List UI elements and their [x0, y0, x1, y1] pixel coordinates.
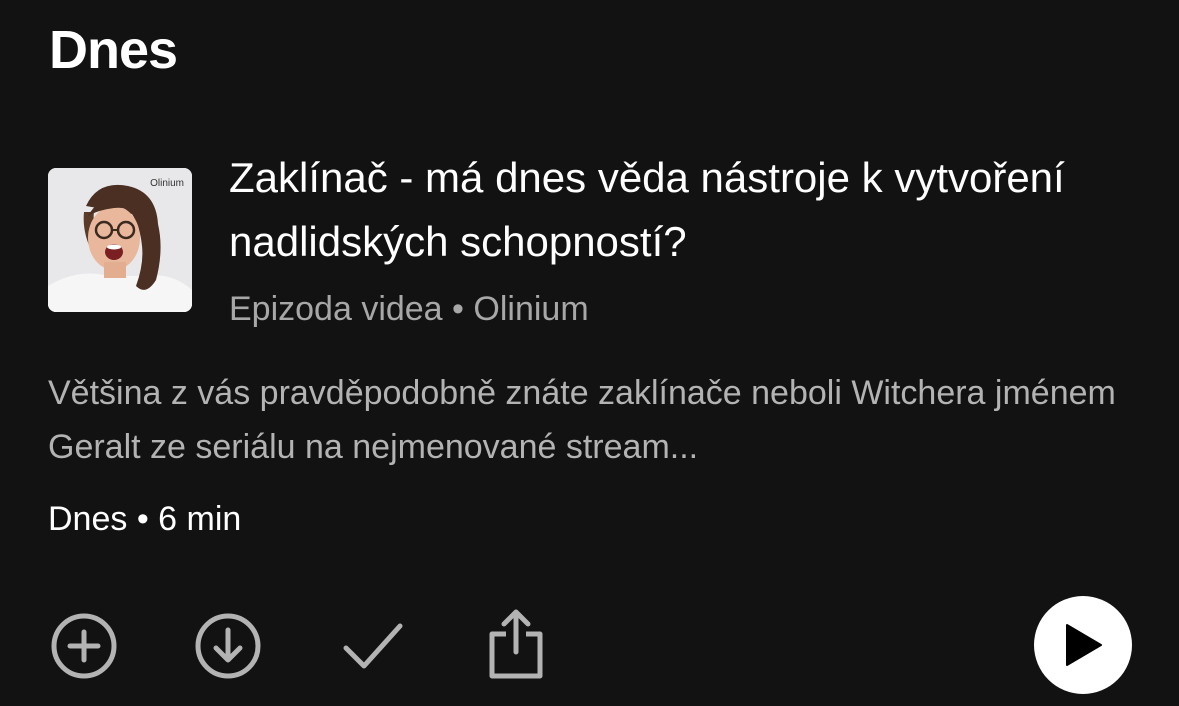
episode-cover-image[interactable]: Olinium — [48, 168, 192, 312]
episode-title[interactable]: Zaklínač - má dnes věda nástroje k vytvo… — [229, 146, 1149, 274]
cover-portrait — [48, 168, 192, 312]
episode-description: Většina z vás pravděpodobně znáte zaklín… — [48, 374, 1116, 466]
add-to-library-button[interactable] — [46, 608, 122, 684]
play-icon — [1066, 624, 1102, 666]
download-circle-icon — [195, 613, 261, 679]
play-button[interactable] — [1034, 596, 1132, 694]
episode-date-duration: Dnes • 6 min — [48, 500, 242, 538]
episode-card: Olinium Zaklínač - má dnes věda nástroje… — [0, 0, 1179, 706]
share-icon — [489, 609, 543, 679]
share-button[interactable] — [478, 606, 554, 682]
episode-meta: Epizoda videa • Olinium — [229, 290, 589, 328]
mark-as-played-button[interactable] — [334, 608, 410, 684]
download-button[interactable] — [190, 608, 266, 684]
checkmark-icon — [343, 623, 403, 669]
plus-circle-icon — [51, 613, 117, 679]
cover-brand-label: Olinium — [150, 178, 184, 189]
